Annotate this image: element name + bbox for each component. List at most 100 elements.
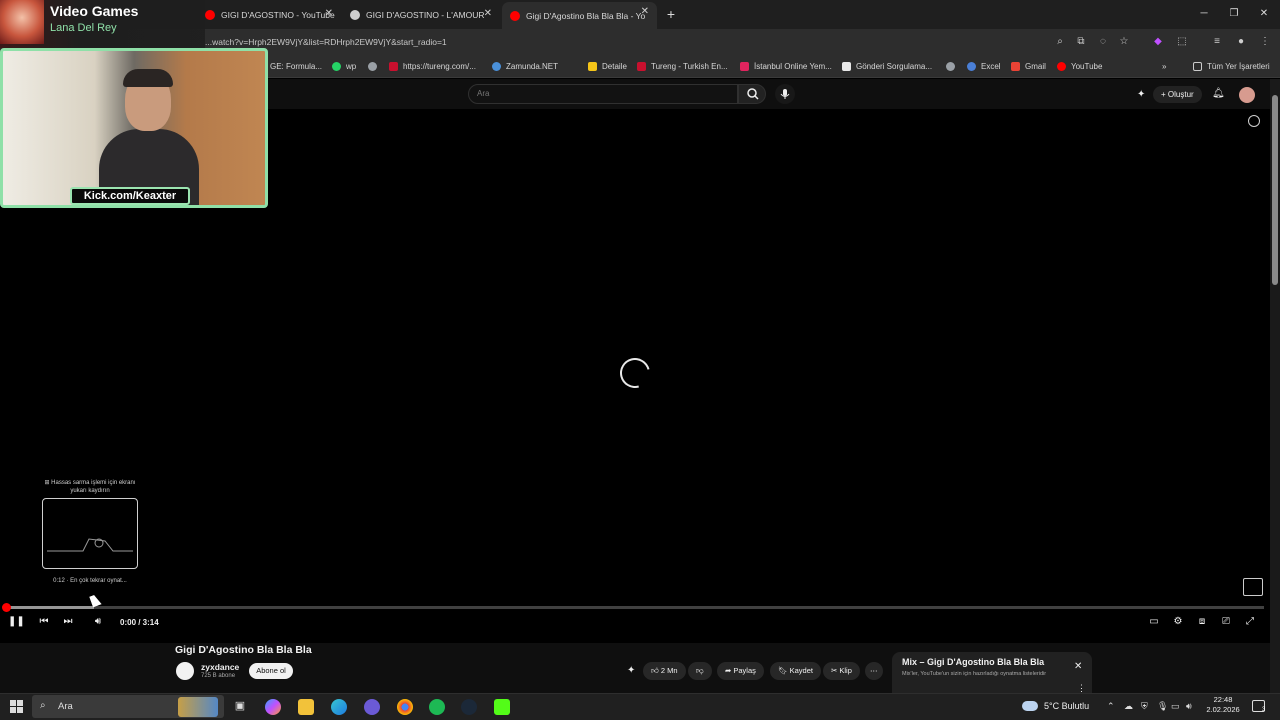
- globe-icon: [368, 62, 377, 71]
- kick-icon[interactable]: [494, 699, 510, 715]
- channel-avatar[interactable]: [176, 662, 194, 680]
- clip-button[interactable]: ✂ Klip: [823, 662, 860, 680]
- bookmark-item[interactable]: GE: Formula...: [270, 60, 322, 73]
- new-tab-button[interactable]: +: [662, 5, 680, 23]
- minimize-icon[interactable]: ─: [1190, 5, 1218, 23]
- subtitles-icon[interactable]: ▭: [1146, 615, 1162, 629]
- pause-button[interactable]: ❚❚: [8, 615, 25, 629]
- volume-button[interactable]: 🔊︎: [90, 615, 106, 629]
- folder-icon: [1193, 62, 1202, 71]
- microphone-icon[interactable]: 🎙︎: [1157, 701, 1168, 712]
- channel-name[interactable]: zyxdance: [201, 662, 239, 672]
- tab-bla-bla-bla[interactable]: Gigi D'Agostino Bla Bla Bla - Yo ✕: [502, 2, 657, 29]
- previous-button[interactable]: ⏮︎: [36, 615, 52, 629]
- search-input[interactable]: Ara: [468, 84, 738, 104]
- seek-hint: ⊞ Hassas sarma işlemi için ekranı yukarı…: [44, 480, 136, 494]
- restore-icon[interactable]: ❐: [1220, 5, 1248, 23]
- miniplayer-icon[interactable]: ⧈: [1194, 615, 1210, 629]
- file-explorer-icon[interactable]: [298, 699, 314, 715]
- tab-gigi-lamour[interactable]: GIGI D'AGOSTINO - L'AMOUR ✕: [342, 4, 500, 25]
- tray-chevron-icon[interactable]: ⌃: [1107, 701, 1115, 712]
- bookmark-item[interactable]: wp: [332, 60, 356, 73]
- close-window-icon[interactable]: ✕: [1250, 5, 1278, 23]
- all-bookmarks[interactable]: Tüm Yer İşaretleri: [1193, 60, 1270, 73]
- progress-bar[interactable]: [6, 606, 1264, 609]
- youtube-icon: [1057, 62, 1066, 71]
- folder-icon: [588, 62, 597, 71]
- youtube-favicon-icon: [510, 10, 520, 21]
- mix-subtitle: Mix'ler, YouTube'un sizin için hazırladı…: [902, 671, 1047, 677]
- extension-icon[interactable]: ◆: [1151, 35, 1165, 49]
- bookmark-item[interactable]: Excel: [967, 60, 1001, 73]
- puzzle-icon[interactable]: ⬚: [1175, 35, 1189, 49]
- address-bar[interactable]: ...watch?v=Hrph2EW9VjY&list=RDHrph2EW9Vj…: [205, 37, 447, 47]
- bookmark-item[interactable]: Tureng - Turkish En...: [637, 60, 728, 73]
- seek-preview-time: 0:12 · En çok tekrar oynat...: [53, 578, 127, 584]
- task-view-icon[interactable]: ▣: [232, 699, 248, 715]
- zamunda-icon: [492, 62, 501, 71]
- info-icon[interactable]: [1248, 115, 1260, 127]
- notifications-icon[interactable]: 🔔︎: [1212, 88, 1225, 99]
- clock[interactable]: 22:48 2.02.2026: [1203, 695, 1243, 715]
- close-tab-icon[interactable]: ✕: [641, 6, 649, 17]
- tab-label: GIGI D'AGOSTINO - L'AMOUR: [366, 9, 485, 20]
- copilot-icon[interactable]: [265, 699, 281, 715]
- bookmark-item[interactable]: Gmail: [1011, 60, 1046, 73]
- scrollbar-thumb[interactable]: [1272, 95, 1278, 285]
- bookmark-item[interactable]: İstanbul Online Yem...: [740, 60, 832, 73]
- start-icon[interactable]: [10, 700, 23, 713]
- network-icon[interactable]: ▭: [1171, 701, 1180, 712]
- next-button[interactable]: ⏭︎: [60, 615, 76, 629]
- sparkle-icon[interactable]: ✦: [1137, 89, 1145, 100]
- save-button[interactable]: 🔖︎ Kaydet: [770, 662, 821, 680]
- media-icon[interactable]: ≡: [1210, 35, 1224, 49]
- eye-off-icon[interactable]: ◌: [1096, 35, 1110, 49]
- profile-icon[interactable]: ●: [1234, 35, 1248, 49]
- tureng-icon: [637, 62, 646, 71]
- progress-scrubber[interactable]: [2, 603, 11, 612]
- tab-label: Gigi D'Agostino Bla Bla Bla - Yo: [526, 10, 646, 21]
- like-button[interactable]: 👍︎ 2 Mn: [643, 662, 686, 680]
- clock-date: 2.02.2026: [1206, 705, 1240, 714]
- settings-icon[interactable]: ⚙︎: [1170, 615, 1186, 629]
- bookmark-item[interactable]: https://tureng.com/...: [389, 60, 476, 73]
- yemek-icon: [740, 62, 749, 71]
- tab-gigi-youtube[interactable]: GIGI D'AGOSTINO - YouTube ✕: [197, 4, 341, 25]
- bookmark-item[interactable]: Gönderi Sorgulama...: [842, 60, 932, 73]
- volume-icon[interactable]: 🔊︎: [1186, 701, 1192, 712]
- dislike-button[interactable]: 👎︎: [688, 662, 712, 680]
- channel-watermark-icon[interactable]: [1243, 578, 1263, 596]
- star-icon[interactable]: ☆: [1117, 35, 1131, 49]
- bookmark-item[interactable]: [368, 60, 382, 73]
- menu-icon[interactable]: ⋮: [1258, 35, 1272, 49]
- spotify-icon[interactable]: [429, 699, 445, 715]
- edge-icon[interactable]: [331, 699, 347, 715]
- onedrive-icon[interactable]: ☁: [1124, 701, 1133, 712]
- fullscreen-icon[interactable]: ⤢: [1242, 615, 1258, 629]
- bookmark-item[interactable]: Detaile: [588, 60, 627, 73]
- share-button[interactable]: ➦ Paylaş: [717, 662, 764, 680]
- more-bookmarks-icon[interactable]: »: [1162, 60, 1166, 73]
- close-icon[interactable]: ✕: [1074, 661, 1082, 672]
- close-tab-icon[interactable]: ✕: [325, 8, 333, 19]
- cast-icon[interactable]: ⎚: [1218, 615, 1234, 629]
- bookmark-item[interactable]: YouTube: [1057, 60, 1102, 73]
- ask-ai-icon[interactable]: ✦: [627, 665, 635, 676]
- security-icon[interactable]: ⛨: [1141, 701, 1148, 712]
- app-icon[interactable]: [364, 699, 380, 715]
- avatar[interactable]: [1239, 87, 1255, 103]
- bookmark-item[interactable]: Zamunda.NET: [492, 60, 558, 73]
- bookmark-item[interactable]: [946, 60, 960, 73]
- search-button[interactable]: [738, 84, 766, 104]
- more-actions-button[interactable]: ⋯: [865, 662, 883, 680]
- tab-label: GIGI D'AGOSTINO - YouTube: [221, 9, 335, 20]
- close-tab-icon[interactable]: ✕: [484, 8, 492, 19]
- voice-search-button[interactable]: [775, 84, 795, 104]
- subscribe-button[interactable]: Abone ol: [249, 663, 293, 679]
- weather-widget[interactable]: 5°C Bulutlu: [1044, 701, 1089, 711]
- install-icon[interactable]: ⧉: [1074, 35, 1088, 49]
- chrome-icon[interactable]: [397, 699, 413, 715]
- create-button[interactable]: + Oluştur: [1153, 86, 1202, 103]
- search-icon[interactable]: ⌕: [1053, 35, 1067, 49]
- steam-icon[interactable]: [461, 699, 477, 715]
